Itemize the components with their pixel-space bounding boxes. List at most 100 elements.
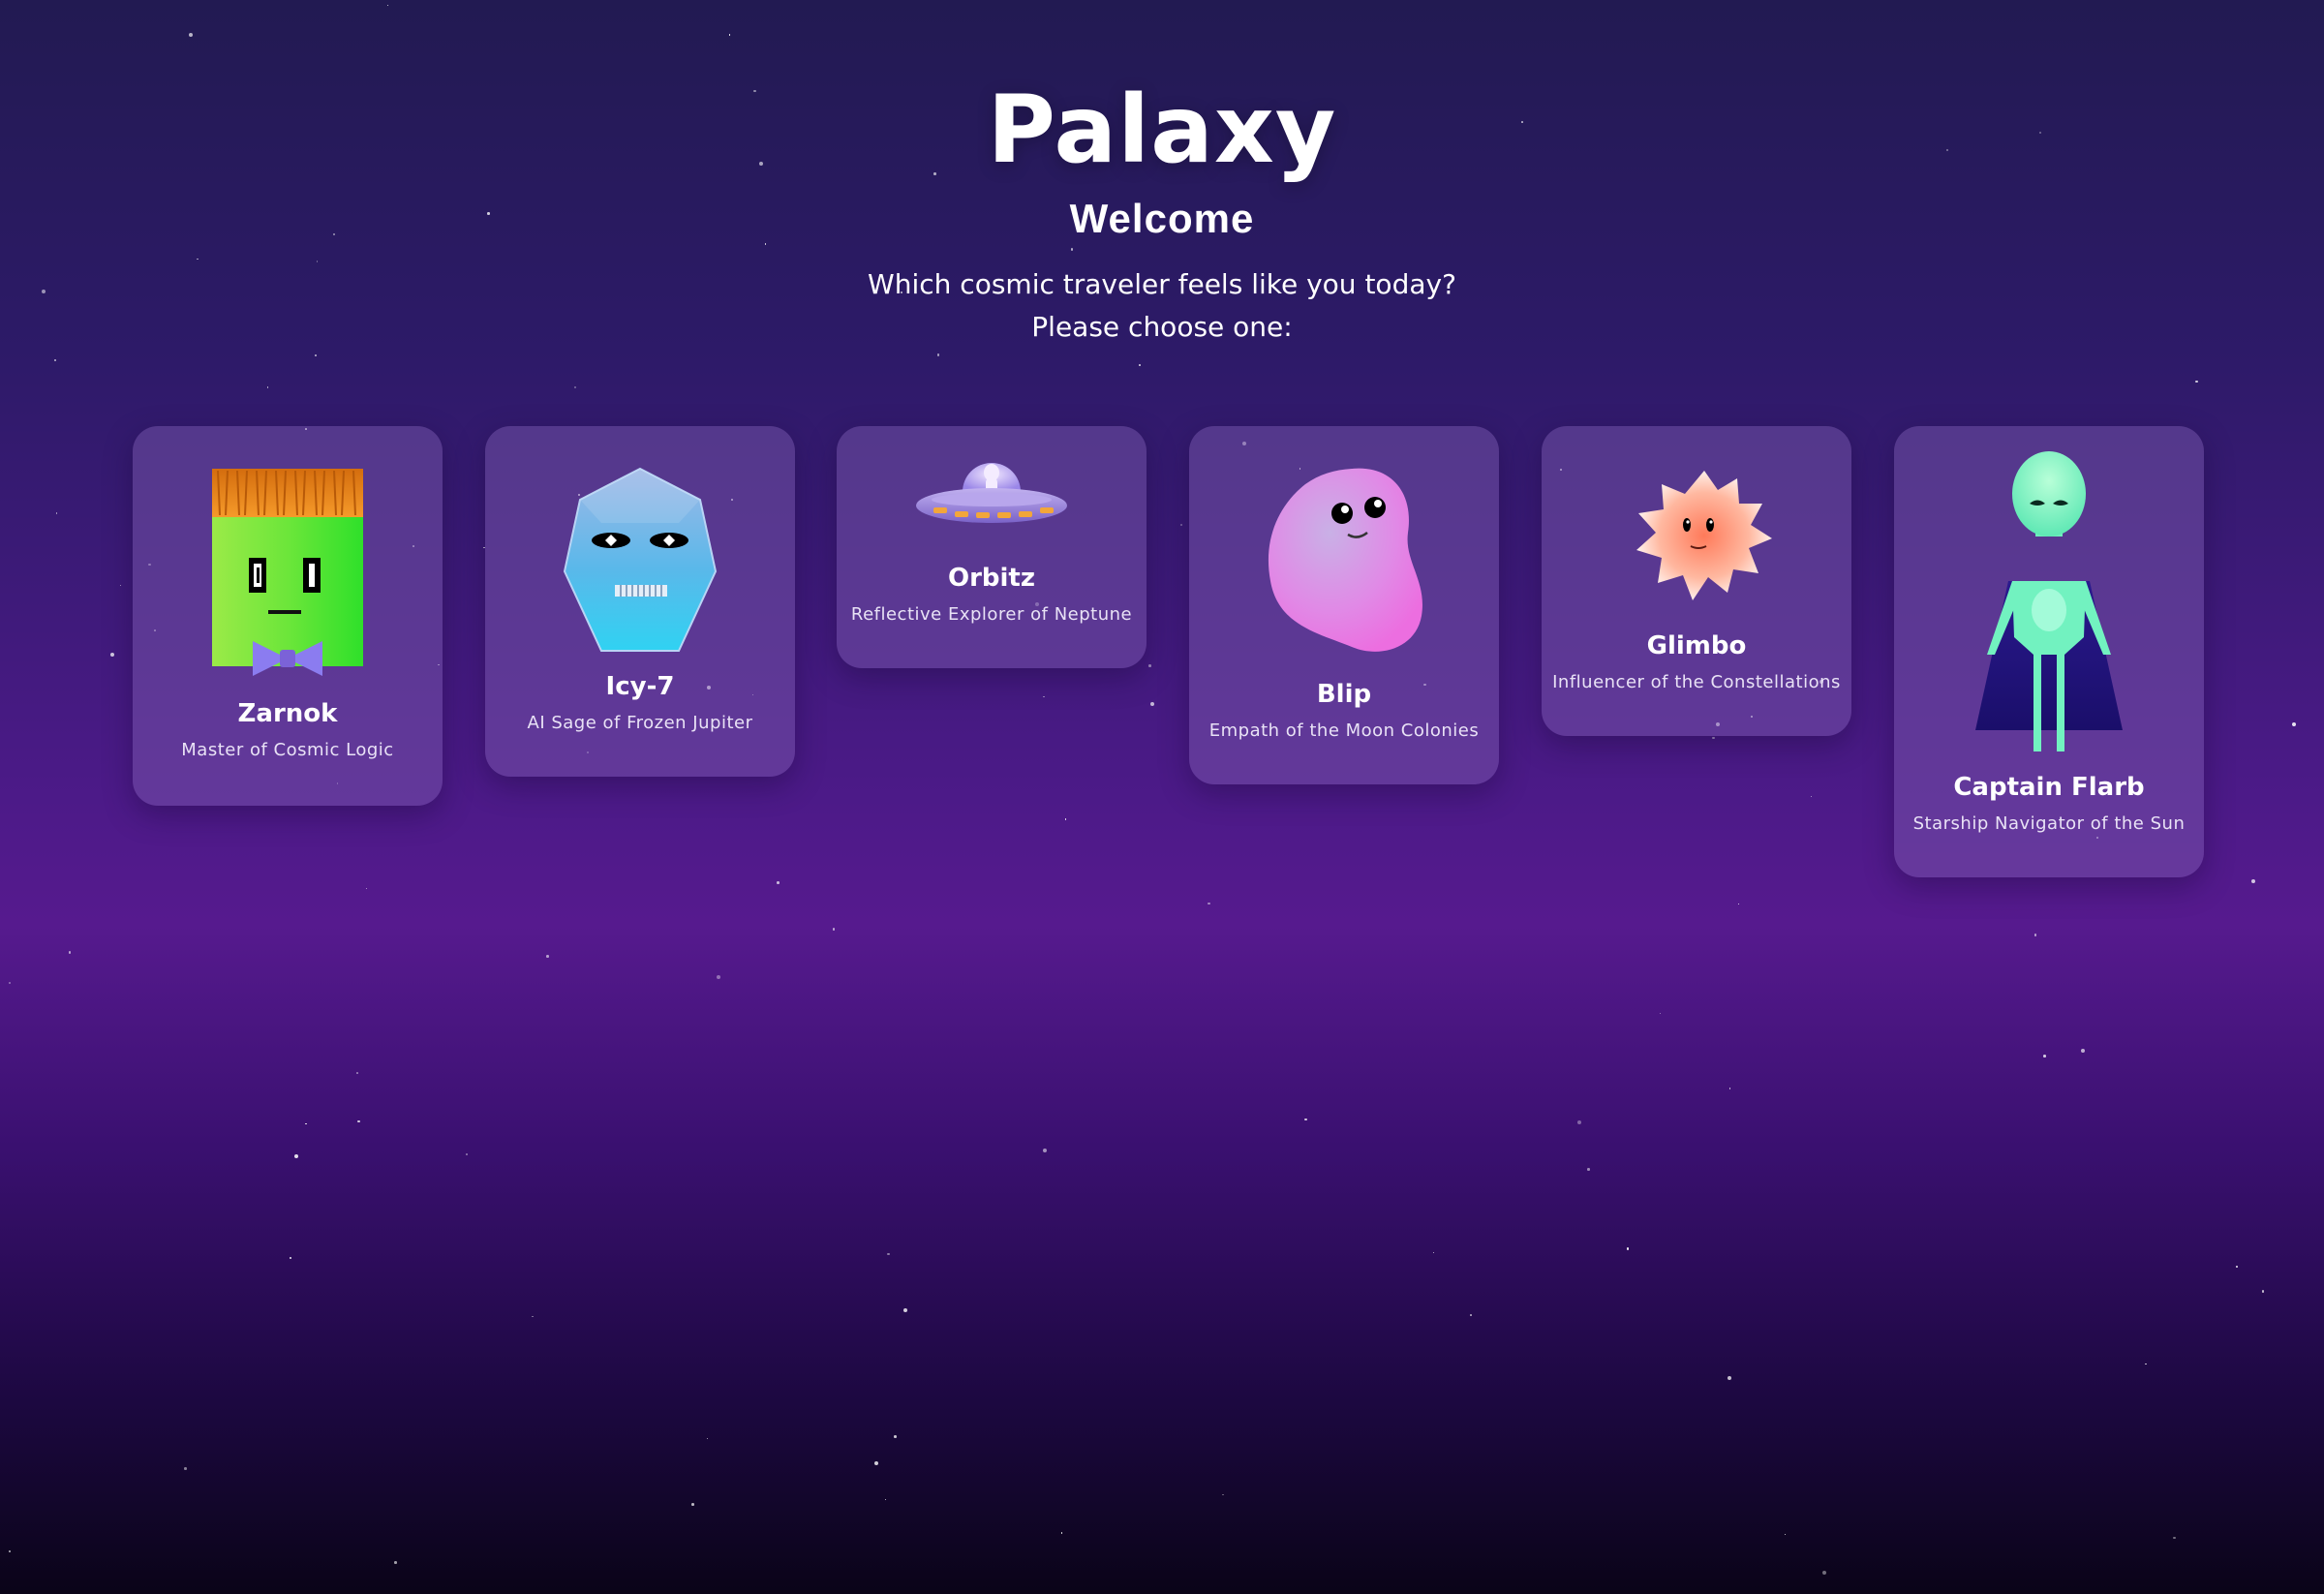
star bbox=[2261, 1290, 2265, 1293]
character-name: Orbitz bbox=[947, 564, 1035, 593]
star bbox=[764, 243, 767, 245]
star bbox=[1208, 902, 1210, 905]
star bbox=[365, 887, 368, 890]
star bbox=[1042, 1148, 1047, 1152]
star bbox=[68, 951, 71, 954]
star bbox=[2250, 878, 2255, 883]
character-card-glimbo[interactable]: Glimbo Influencer of the Constellations bbox=[1542, 426, 1851, 736]
character-card-zarnok[interactable]: Zarnok Master of Cosmic Logic bbox=[133, 426, 443, 806]
prompt-instruction: Please choose one: bbox=[1031, 311, 1293, 343]
character-description: AI Sage of Frozen Jupiter bbox=[527, 713, 753, 733]
star bbox=[1043, 695, 1045, 698]
star bbox=[1784, 1533, 1787, 1536]
star bbox=[706, 1437, 709, 1440]
glimbo-star-icon bbox=[1636, 471, 1772, 600]
star bbox=[1728, 1088, 1731, 1089]
star bbox=[1626, 1247, 1630, 1250]
star bbox=[532, 1315, 534, 1318]
star bbox=[2235, 1265, 2239, 1269]
star bbox=[887, 1252, 890, 1256]
star bbox=[466, 1153, 468, 1155]
character-name: Icy-7 bbox=[605, 672, 675, 701]
star bbox=[1148, 664, 1151, 667]
character-description: Empath of the Moon Colonies bbox=[1208, 720, 1480, 741]
star bbox=[1060, 1532, 1063, 1534]
page-title: Welcome bbox=[1069, 196, 1255, 241]
star bbox=[1821, 1570, 1826, 1575]
character-card-icy-7[interactable]: Icy-7 AI Sage of Frozen Jupiter bbox=[485, 426, 795, 777]
star bbox=[777, 881, 780, 884]
star bbox=[357, 1119, 360, 1123]
character-card-blip[interactable]: Blip Empath of the Moon Colonies bbox=[1189, 426, 1499, 784]
star bbox=[1470, 1314, 1472, 1316]
star bbox=[8, 981, 12, 985]
star bbox=[1304, 1118, 1307, 1121]
character-card-orbitz[interactable]: Orbitz Reflective Explorer of Neptune bbox=[837, 426, 1147, 668]
star bbox=[2145, 1363, 2147, 1365]
star bbox=[119, 584, 122, 587]
orbitz-ufo-icon bbox=[916, 463, 1067, 523]
star bbox=[8, 1549, 12, 1553]
star bbox=[315, 354, 317, 356]
zarnok-avatar-icon bbox=[212, 469, 363, 676]
star bbox=[2043, 1055, 2046, 1058]
star bbox=[1222, 1493, 1224, 1496]
star bbox=[884, 1498, 887, 1501]
star bbox=[936, 353, 940, 356]
character-card-captain-flarb[interactable]: Captain Flarb Starship Navigator of the … bbox=[1894, 426, 2204, 877]
star bbox=[546, 955, 549, 958]
star bbox=[184, 1467, 187, 1470]
star bbox=[197, 258, 199, 261]
star bbox=[894, 1435, 897, 1438]
star bbox=[55, 512, 58, 514]
star bbox=[1587, 1168, 1590, 1171]
star bbox=[53, 358, 57, 362]
star bbox=[109, 653, 114, 658]
star bbox=[2034, 934, 2036, 936]
star bbox=[1712, 736, 1715, 740]
star bbox=[266, 386, 269, 388]
star bbox=[1810, 795, 1813, 798]
character-description: Influencer of the Constellations bbox=[1552, 672, 1841, 692]
blip-blob-icon bbox=[1268, 468, 1422, 652]
star bbox=[873, 1461, 878, 1466]
character-name: Zarnok bbox=[237, 699, 338, 728]
star bbox=[2292, 722, 2297, 727]
star bbox=[1149, 701, 1154, 706]
character-name: Glimbo bbox=[1646, 631, 1747, 660]
star bbox=[2173, 1536, 2176, 1540]
star bbox=[394, 1561, 397, 1564]
character-name: Blip bbox=[1316, 680, 1372, 709]
icy7-avatar-icon bbox=[563, 467, 718, 652]
star bbox=[717, 974, 721, 979]
star bbox=[691, 1503, 694, 1506]
star bbox=[728, 34, 731, 36]
captain-flarb-alien-icon bbox=[1975, 451, 2123, 751]
star bbox=[1659, 1012, 1662, 1015]
star bbox=[1727, 1376, 1731, 1381]
star bbox=[1577, 1120, 1581, 1124]
star bbox=[1179, 523, 1183, 527]
star bbox=[2195, 380, 2198, 383]
character-description: Master of Cosmic Logic bbox=[181, 740, 394, 760]
star bbox=[573, 385, 577, 389]
star bbox=[2080, 1049, 2085, 1054]
character-description: Reflective Explorer of Neptune bbox=[850, 604, 1133, 625]
star bbox=[832, 928, 836, 931]
prompt-question: Which cosmic traveler feels like you tod… bbox=[868, 268, 1456, 300]
star bbox=[1139, 364, 1141, 366]
star bbox=[1070, 248, 1074, 251]
character-name: Captain Flarb bbox=[1953, 773, 2145, 802]
app-logo: Palaxy bbox=[987, 76, 1337, 184]
star bbox=[1064, 818, 1067, 820]
star bbox=[902, 1308, 907, 1313]
star bbox=[316, 261, 319, 262]
star bbox=[356, 1072, 358, 1074]
star bbox=[1432, 1251, 1435, 1254]
star bbox=[305, 1122, 307, 1125]
character-description: Starship Navigator of the Sun bbox=[1912, 813, 2186, 834]
star bbox=[289, 1256, 292, 1260]
star bbox=[294, 1153, 299, 1158]
star bbox=[386, 4, 389, 7]
star bbox=[189, 33, 194, 38]
